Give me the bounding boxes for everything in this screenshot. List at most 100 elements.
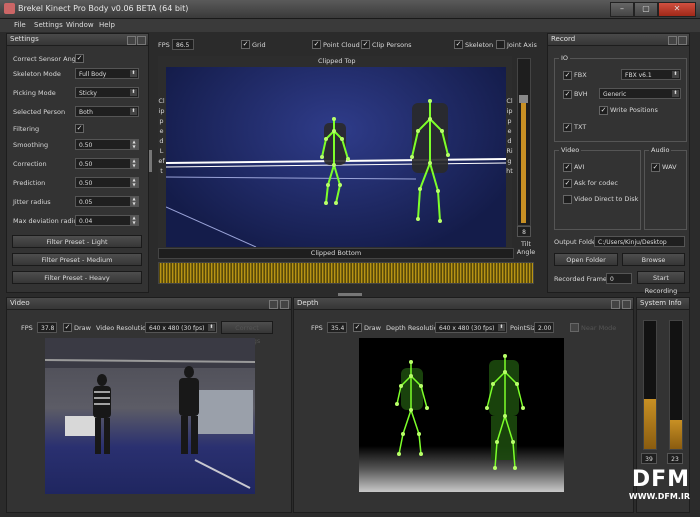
video-scene	[45, 338, 255, 489]
avi-checkbox[interactable]: ✓	[563, 163, 572, 172]
window-title: Brekel Kinect Pro Body v0.06 BETA (64 bi…	[18, 4, 189, 13]
depth-panel: Depth FPS 35.4 ✓ Draw Depth Resolution 6…	[293, 297, 634, 513]
recorded-frames-label: Recorded Frames	[554, 275, 611, 283]
bvh-mode-select[interactable]: Generic ⬍	[599, 88, 681, 99]
prediction-value: 0.50	[79, 180, 93, 187]
jitter-radius-spinbox[interactable]: 0.05 ▲ ▼	[75, 196, 139, 207]
viewport-toolbar: FPS 86.5 ✓ Grid ✓ Point Cloud ✓ Clip Per…	[154, 38, 542, 52]
depth-draw-label: Draw	[364, 324, 381, 332]
close-icon[interactable]	[678, 36, 687, 45]
skeleton-mode-select[interactable]: Full Body ⬍	[75, 68, 139, 79]
3d-viewport[interactable]	[166, 67, 506, 247]
io-group: IO ✓ FBX FBX v6.1 ⬍ ✓ BVH Generic ⬍ ✓ Writ…	[554, 54, 687, 142]
spin-arrows-icon[interactable]: ▲ ▼	[130, 139, 138, 149]
prediction-spinbox[interactable]: 0.50 ▲ ▼	[75, 177, 139, 188]
maximize-button[interactable]: ▢	[634, 2, 658, 17]
correct-settings-button[interactable]: Correct Settings	[221, 321, 273, 345]
fbx-version-select[interactable]: FBX v6.1 ⬍	[621, 69, 681, 80]
menu-settings[interactable]: Settings	[34, 21, 63, 29]
video-fps-label: FPS	[21, 324, 33, 332]
skeleton-checkbox[interactable]: ✓	[454, 40, 463, 49]
splitter-handle[interactable]	[338, 293, 362, 296]
wav-checkbox[interactable]: ✓	[651, 163, 660, 172]
write-positions-label: Write Positions	[610, 106, 658, 114]
start-recording-button[interactable]: Start Recording	[637, 271, 685, 295]
tilt-slider-fill	[521, 99, 526, 223]
close-icon[interactable]	[280, 300, 289, 309]
memory-usage-fill	[670, 419, 682, 449]
browse-button[interactable]: Browse	[622, 253, 685, 266]
txt-checkbox[interactable]: ✓	[563, 123, 572, 132]
joint-axis-checkbox[interactable]	[496, 40, 505, 49]
correction-spinbox[interactable]: 0.50 ▲ ▼	[75, 158, 139, 169]
title-bar: Brekel Kinect Pro Body v0.06 BETA (64 bi…	[0, 0, 700, 19]
app-icon	[4, 3, 15, 14]
selected-person-select[interactable]: Both ⬍	[75, 106, 139, 117]
clipped-bottom-bar: Clipped Bottom	[158, 248, 514, 259]
float-icon[interactable]	[269, 300, 278, 309]
float-icon[interactable]	[668, 36, 677, 45]
spin-arrows-icon[interactable]: ▲ ▼	[130, 158, 138, 168]
fbx-version-value: FBX v6.1	[625, 72, 652, 79]
clipped-bottom-label: Clipped Bottom	[310, 249, 362, 257]
point-cloud-checkbox[interactable]: ✓	[312, 40, 321, 49]
float-icon[interactable]	[611, 300, 620, 309]
video-header: Video	[7, 298, 291, 310]
cpu-usage-fill	[644, 399, 656, 449]
filtering-checkbox[interactable]: ✓	[75, 124, 84, 133]
depth-skeleton-overlay	[395, 354, 525, 470]
cpu-usage-value: 39	[641, 453, 657, 464]
tilt-slider-handle[interactable]	[519, 95, 528, 103]
clip-persons-checkbox[interactable]: ✓	[361, 40, 370, 49]
tilt-slider[interactable]	[517, 58, 531, 226]
correction-label: Correction	[13, 160, 47, 168]
video-resolution-select[interactable]: 640 x 480 (30 fps) ⬍	[145, 322, 217, 333]
filter-preset-heavy-button[interactable]: Filter Preset - Heavy	[12, 271, 142, 284]
write-positions-checkbox[interactable]: ✓	[599, 106, 608, 115]
open-folder-button[interactable]: Open Folder	[554, 253, 618, 266]
clipped-top-label: Clipped Top	[318, 57, 356, 65]
output-folder-field[interactable]: C:/Users/Kinju/Desktop	[594, 236, 685, 247]
spin-arrows-icon[interactable]: ▲ ▼	[130, 196, 138, 206]
fbx-checkbox[interactable]: ✓	[563, 71, 572, 80]
menu-window[interactable]: Window	[66, 21, 94, 29]
float-icon[interactable]	[127, 36, 136, 45]
video-title: Video	[10, 299, 30, 307]
correction-value: 0.50	[79, 161, 93, 168]
depth-resolution-select[interactable]: 640 x 480 (30 fps) ⬍	[435, 322, 507, 333]
picking-mode-value: Sticky	[79, 90, 97, 97]
smoothing-spinbox[interactable]: 0.50 ▲ ▼	[75, 139, 139, 150]
spin-arrows-icon[interactable]: ▲ ▼	[130, 177, 138, 187]
filter-preset-medium-button[interactable]: Filter Preset - Medium	[12, 253, 142, 266]
close-icon[interactable]	[622, 300, 631, 309]
chevron-icon: ⬍	[130, 108, 137, 115]
video-draw-checkbox[interactable]: ✓	[63, 323, 72, 332]
menu-file[interactable]: File	[14, 21, 26, 29]
grid-label: Grid	[252, 41, 266, 49]
close-icon[interactable]	[137, 36, 146, 45]
filter-preset-light-button[interactable]: Filter Preset - Light	[12, 235, 142, 248]
settings-title: Settings	[10, 35, 39, 43]
depth-draw-checkbox[interactable]: ✓	[353, 323, 362, 332]
max-deviation-spinbox[interactable]: 0.04 ▲ ▼	[75, 215, 139, 226]
audio-group-title: Audio	[649, 146, 672, 154]
smoothing-value: 0.50	[79, 142, 93, 149]
near-mode-checkbox[interactable]	[570, 323, 579, 332]
grid-checkbox[interactable]: ✓	[241, 40, 250, 49]
menu-help[interactable]: Help	[99, 21, 115, 29]
picking-mode-select[interactable]: Sticky ⬍	[75, 87, 139, 98]
settings-panel: Settings Correct Sensor Angle ✓ Skeleton…	[6, 33, 149, 293]
video-direct-checkbox[interactable]	[563, 195, 572, 204]
pointsize-text: 2.00	[538, 325, 552, 332]
video-resolution-label: Video Resolution	[96, 324, 151, 332]
minimize-button[interactable]: –	[610, 2, 634, 17]
cpu-usage-bar	[643, 320, 657, 450]
splitter-handle[interactable]	[149, 150, 152, 172]
close-button[interactable]: ✕	[658, 2, 696, 17]
bvh-checkbox[interactable]: ✓	[563, 90, 572, 99]
selected-person-value: Both	[79, 109, 93, 116]
spin-arrows-icon[interactable]: ▲ ▼	[130, 215, 138, 225]
correct-sensor-angle-checkbox[interactable]: ✓	[75, 54, 84, 63]
ask-codec-checkbox[interactable]: ✓	[563, 179, 572, 188]
max-deviation-label: Max deviation radius	[13, 217, 81, 225]
